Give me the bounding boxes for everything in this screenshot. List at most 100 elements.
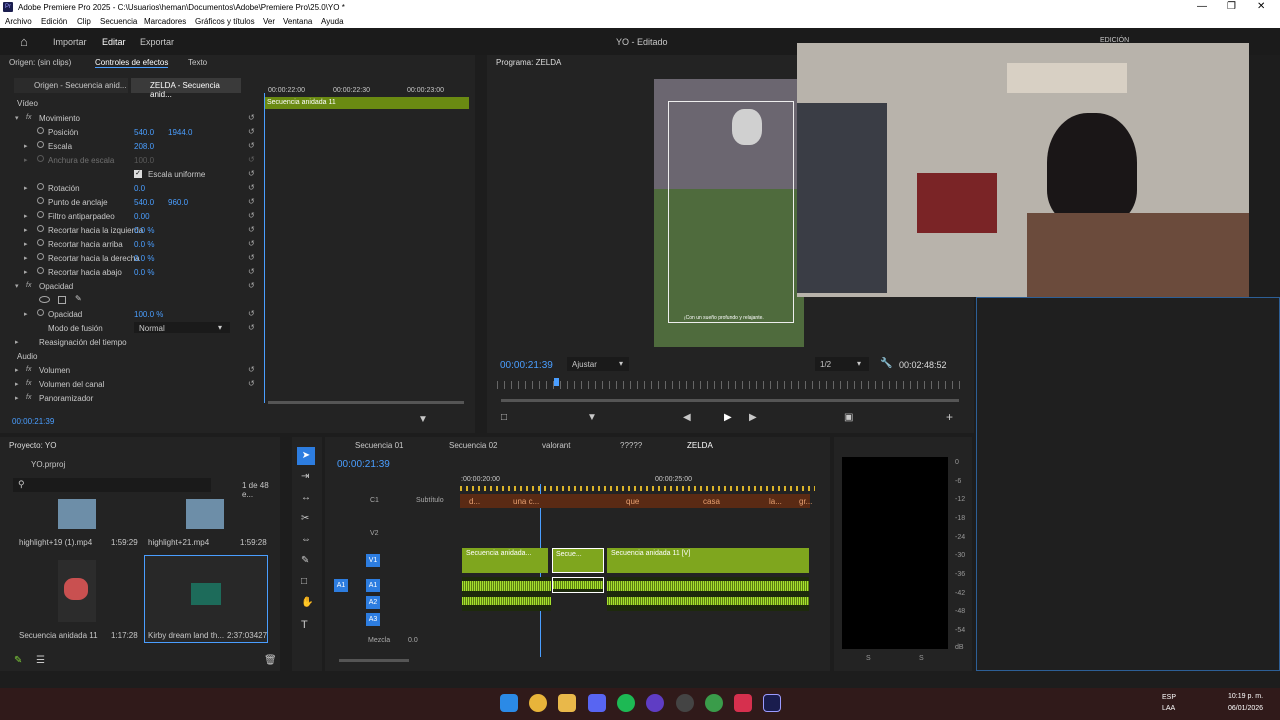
project-title[interactable]: Proyecto: YO [9, 441, 56, 450]
audio-clip[interactable] [607, 577, 809, 611]
subtab-zelda[interactable]: ZELDA - Secuencia anid... [131, 78, 241, 99]
clock-date[interactable]: 06/01/2026 [1228, 705, 1263, 712]
premiere-taskbar-icon[interactable] [763, 694, 781, 712]
spotify-icon[interactable] [617, 694, 635, 712]
tab-qqqq[interactable]: ????? [620, 441, 642, 450]
menu-marcadores[interactable]: Marcadores [144, 17, 186, 26]
row-posicion[interactable]: Posición 540.0 1944.0 ↺ [0, 125, 262, 139]
add-button-icon[interactable]: + [946, 410, 953, 424]
start-icon[interactable] [500, 694, 518, 712]
lang-code[interactable]: ESP [1162, 694, 1176, 701]
row-uniforme[interactable]: ✓ Escala uniforme ↺ [0, 167, 262, 181]
chrome-alt-icon[interactable] [705, 694, 723, 712]
thumb-kirby-selected[interactable] [144, 555, 268, 643]
track-select-tool-icon[interactable]: ⇥ [301, 471, 309, 482]
selection-tool-icon[interactable]: ➤ [297, 447, 315, 465]
audio-clip[interactable] [462, 577, 551, 611]
menu-secuencia[interactable]: Secuencia [100, 17, 137, 26]
video-clip-selected[interactable]: Secue... [552, 548, 604, 573]
wrench-icon[interactable]: 🔧 [880, 358, 892, 369]
source-timecode[interactable]: 00:00:21:39 [12, 417, 54, 426]
project-search-input[interactable]: ⚲ [13, 478, 211, 492]
tab-effect-controls[interactable]: Controles de efectos [95, 58, 169, 68]
row-filtro[interactable]: ▸ Filtro antiparpadeo 0.00 ↺ [0, 209, 262, 223]
meter-solo-left[interactable]: S [866, 655, 871, 662]
row-reasignacion[interactable]: ▸ Reasignación del tiempo [0, 335, 262, 349]
rectangle-tool-icon[interactable]: □ [301, 576, 307, 587]
app-icon[interactable] [646, 694, 664, 712]
home-icon[interactable]: ⌂ [20, 34, 28, 49]
row-rotacion[interactable]: ▸ Rotación 0.0 ↺ [0, 181, 262, 195]
video-clip[interactable]: Secuencia anidada... [462, 548, 548, 573]
video-clip[interactable]: Secuencia anidada 11 [V] [607, 548, 809, 573]
meter-solo-right[interactable]: S [919, 655, 924, 662]
mini-clip-bar[interactable]: Secuencia anidada 11 [264, 97, 469, 109]
row-rec-arr[interactable]: ▸ Recortar hacia arriba 0.0 % ↺ [0, 237, 262, 251]
razor-tool-icon[interactable]: ✂ [301, 513, 309, 524]
track-v2-label[interactable]: V2 [370, 530, 379, 537]
tab-zelda[interactable]: ZELDA [687, 441, 713, 450]
maximize-icon[interactable]: ❐ [1227, 1, 1236, 12]
discord-icon[interactable] [588, 694, 606, 712]
row-panoramizador[interactable]: ▸ fx Panoramizador [0, 391, 262, 405]
video-preview[interactable]: ¡Con un sueño profundo y relajante. [654, 79, 804, 347]
type-tool-icon[interactable]: T [301, 619, 308, 631]
row-rec-der[interactable]: ▸ Recortar hacia la derecha 0.0 % ↺ [0, 251, 262, 265]
tab-text[interactable]: Texto [188, 58, 207, 67]
track-a1-label[interactable]: A1 [366, 579, 380, 592]
row-anclaje[interactable]: Punto de anclaje 540.0 960.0 ↺ [0, 195, 262, 209]
fit-dropdown[interactable]: Ajustar ▾ [567, 357, 629, 371]
hand-tool-icon[interactable]: ✋ [301, 597, 313, 608]
track-c1-label[interactable]: C1 [370, 497, 379, 504]
menu-archivo[interactable]: Archivo [5, 17, 32, 26]
tiktok-icon[interactable] [734, 694, 752, 712]
row-rec-izq[interactable]: ▸ Recortar hacia la izquierda 0.0 % ↺ [0, 223, 262, 237]
slip-tool-icon[interactable]: ⇔ [301, 534, 311, 545]
menu-graficos[interactable]: Gráficos y títulos [195, 17, 255, 26]
source-a1-patch[interactable]: A1 [334, 579, 348, 592]
program-timecode[interactable]: 00:00:21:39 [500, 360, 553, 371]
mix-value[interactable]: 0.0 [408, 637, 418, 644]
ripple-tool-icon[interactable]: ↔ [301, 492, 311, 503]
marker-icon[interactable]: ▼ [587, 412, 597, 423]
row-rec-aba[interactable]: ▸ Recortar hacia abajo 0.0 % ↺ [0, 265, 262, 279]
tab-valorant[interactable]: valorant [542, 441, 570, 450]
trash-icon[interactable]: 🗑 [264, 655, 277, 666]
subtitle-track[interactable]: d... una c... que casa la... gr... [460, 494, 812, 508]
track-v1-label[interactable]: V1 [366, 554, 380, 567]
row-escala[interactable]: ▸ Escala 208.0 ↺ [0, 139, 262, 153]
program-title[interactable]: Programa: ZELDA [496, 58, 561, 67]
play-icon[interactable]: ▶ [724, 412, 732, 423]
row-opacidad-header[interactable]: ▾ fx Opacidad ↺ [0, 279, 262, 293]
step-forward-icon[interactable]: ▶ [749, 412, 757, 423]
timeline-scrollbar[interactable] [339, 659, 409, 662]
close-icon[interactable]: ✕ [1257, 1, 1265, 12]
row-volumen-canal[interactable]: ▸ fx Volumen del canal ↺ [0, 377, 262, 391]
export-tab[interactable]: Exportar [140, 37, 174, 47]
row-movimiento[interactable]: ▾ fx Movimiento ↺ [0, 111, 262, 125]
program-scrollbar[interactable] [501, 399, 959, 402]
program-ruler[interactable] [497, 381, 963, 389]
menu-ayuda[interactable]: Ayuda [321, 17, 344, 26]
timeline-ruler[interactable] [460, 486, 815, 491]
timeline-timecode[interactable]: 00:00:21:39 [337, 459, 390, 470]
row-fusion[interactable]: Modo de fusión Normal ▾ ↺ [0, 321, 262, 335]
github-icon[interactable] [676, 694, 694, 712]
thumb-highlight21[interactable] [186, 499, 224, 529]
folder-icon[interactable] [558, 694, 576, 712]
thumb-secuencia11[interactable] [58, 560, 96, 622]
import-tab[interactable]: Importar [53, 37, 87, 47]
row-opacidad[interactable]: ▸ Opacidad 100.0 % ↺ [0, 307, 262, 321]
pen-tool-icon[interactable]: ✎ [301, 555, 309, 566]
safe-margins-icon[interactable]: □ [501, 412, 507, 423]
tab-secuencia01[interactable]: Secuencia 01 [355, 441, 403, 450]
resolution-dropdown[interactable]: 1/2 ▾ [815, 357, 869, 371]
audio-clip-selected[interactable] [552, 577, 604, 593]
filter-icon[interactable]: ▼ [418, 414, 428, 425]
minimize-icon[interactable]: — [1197, 1, 1207, 12]
clock-time[interactable]: 10:19 p. m. [1228, 693, 1263, 700]
edit-tab[interactable]: Editar [102, 37, 126, 47]
thumb-highlight19[interactable] [58, 499, 96, 529]
chrome-icon[interactable] [529, 694, 547, 712]
menu-ver[interactable]: Ver [263, 17, 275, 26]
